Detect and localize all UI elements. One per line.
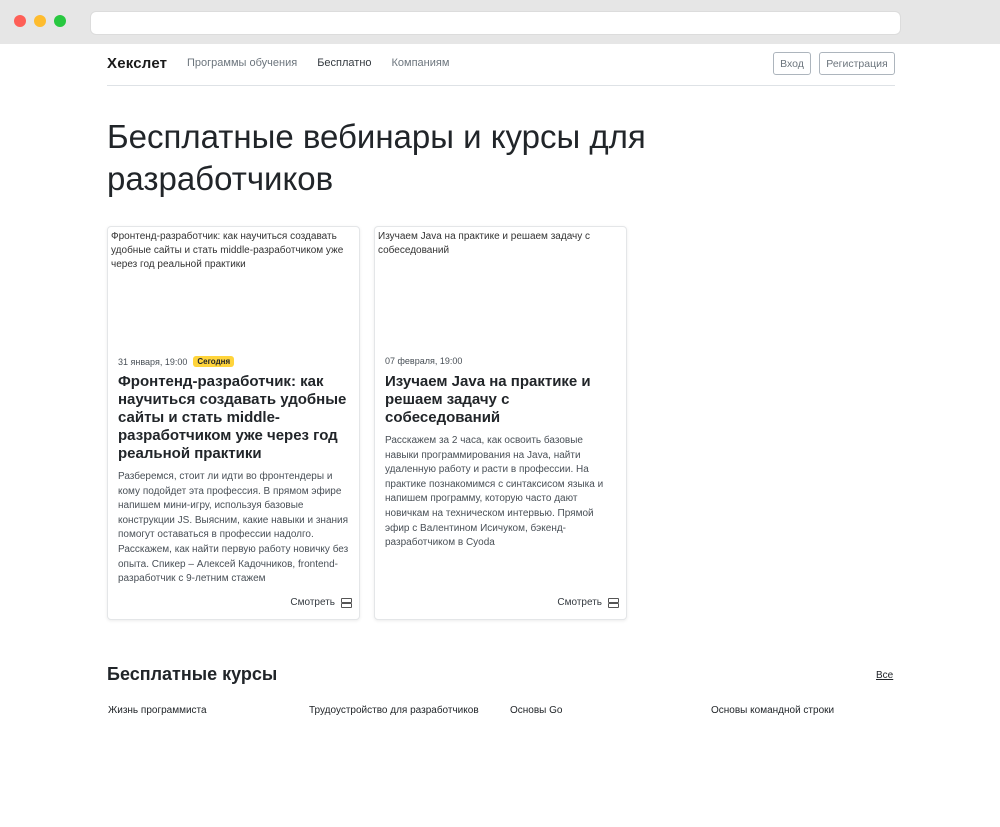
minimize-window-icon[interactable] <box>34 15 46 27</box>
webinar-description: Расскажем за 2 часа, как освоить базовые… <box>385 435 604 549</box>
register-button[interactable]: Регистрация <box>819 52 895 75</box>
page-viewport: Хекслет Программы обучения Бесплатно Ком… <box>0 44 1000 827</box>
webinar-card[interactable]: Фронтенд-разработчик: как научиться созд… <box>107 226 360 620</box>
course-link[interactable]: Трудоустройство для разработчиков <box>309 705 479 716</box>
all-courses-link[interactable]: Все <box>876 670 893 681</box>
site-header: Хекслет Программы обучения Бесплатно Ком… <box>107 44 895 86</box>
watch-link[interactable]: Смотреть <box>557 597 619 608</box>
webinar-meta: 07 февраля, 19:00 <box>385 356 462 366</box>
nav-companies[interactable]: Компаниям <box>392 57 450 69</box>
webinar-image[interactable]: Фронтенд-разработчик: как научиться созд… <box>111 230 357 272</box>
nav-free[interactable]: Бесплатно <box>317 57 371 69</box>
today-badge: Сегодня <box>193 356 235 367</box>
maximize-window-icon[interactable] <box>54 15 66 27</box>
browser-chrome <box>0 0 1000 44</box>
course-link[interactable]: Основы командной строки <box>711 705 834 716</box>
close-window-icon[interactable] <box>14 15 26 27</box>
course-link[interactable]: Основы Go <box>510 705 562 716</box>
webinar-title[interactable]: Фронтенд-разработчик: как научиться созд… <box>118 373 350 463</box>
webinar-title[interactable]: Изучаем Java на практике и решаем задачу… <box>385 373 617 427</box>
logo-text: Хекслет <box>107 55 168 72</box>
login-button[interactable]: Вход <box>773 52 811 75</box>
watch-link[interactable]: Смотреть <box>290 597 352 608</box>
free-courses-title: Бесплатные курсы <box>107 664 278 684</box>
webinar-image[interactable]: Изучаем Java на практике и решаем задачу… <box>378 230 624 258</box>
address-bar[interactable] <box>90 11 901 35</box>
webinar-meta: 31 января, 19:00 Сегодня <box>118 356 235 367</box>
webinar-date: 07 февраля, 19:00 <box>385 356 463 366</box>
nav-programs[interactable]: Программы обучения <box>187 57 297 69</box>
webinar-description: Разберемся, стоит ли идти во фронтендеры… <box>118 471 349 585</box>
page-title: Бесплатные вебинары и курсы для разработ… <box>107 118 646 197</box>
watch-label: Смотреть <box>557 597 602 608</box>
main-nav: Программы обучения Бесплатно Компаниям <box>187 57 449 69</box>
webinar-card[interactable]: Изучаем Java на практике и решаем задачу… <box>374 226 627 620</box>
webinar-date: 31 января, 19:00 <box>118 356 188 367</box>
course-link[interactable]: Жизнь программиста <box>108 705 207 716</box>
video-icon <box>341 598 352 608</box>
logo[interactable]: Хекслет <box>107 55 167 72</box>
watch-label: Смотреть <box>290 597 335 608</box>
video-icon <box>608 598 619 608</box>
